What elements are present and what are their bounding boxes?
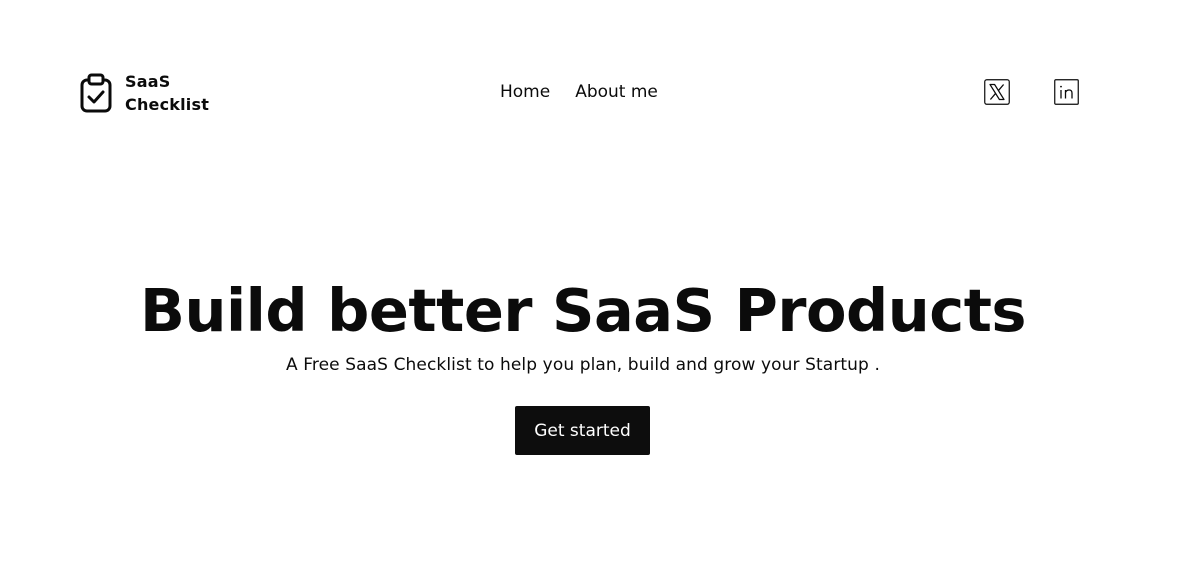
main-nav: Home About me — [500, 81, 658, 103]
logo-link[interactable]: SaaS Checklist — [80, 70, 209, 116]
get-started-button[interactable]: Get started — [515, 406, 650, 455]
nav-link-home[interactable]: Home — [500, 81, 550, 103]
x-twitter-icon — [984, 79, 1010, 105]
linkedin-link[interactable] — [1054, 79, 1080, 105]
page: SaaS Checklist Home About me Build bette… — [0, 0, 1191, 582]
logo-text-line2: Checklist — [125, 95, 210, 114]
hero-subtitle: A Free SaaS Checklist to help you plan, … — [286, 355, 880, 375]
logo-text: SaaS Checklist — [125, 70, 209, 116]
linkedin-icon — [1054, 79, 1079, 105]
hero-title: Build better SaaS Products — [139, 276, 1027, 345]
x-twitter-link[interactable] — [984, 79, 1010, 105]
logo-text-line1: SaaS — [125, 72, 171, 91]
clipboard-check-icon — [80, 73, 112, 113]
nav-link-about-me[interactable]: About me — [575, 81, 658, 103]
